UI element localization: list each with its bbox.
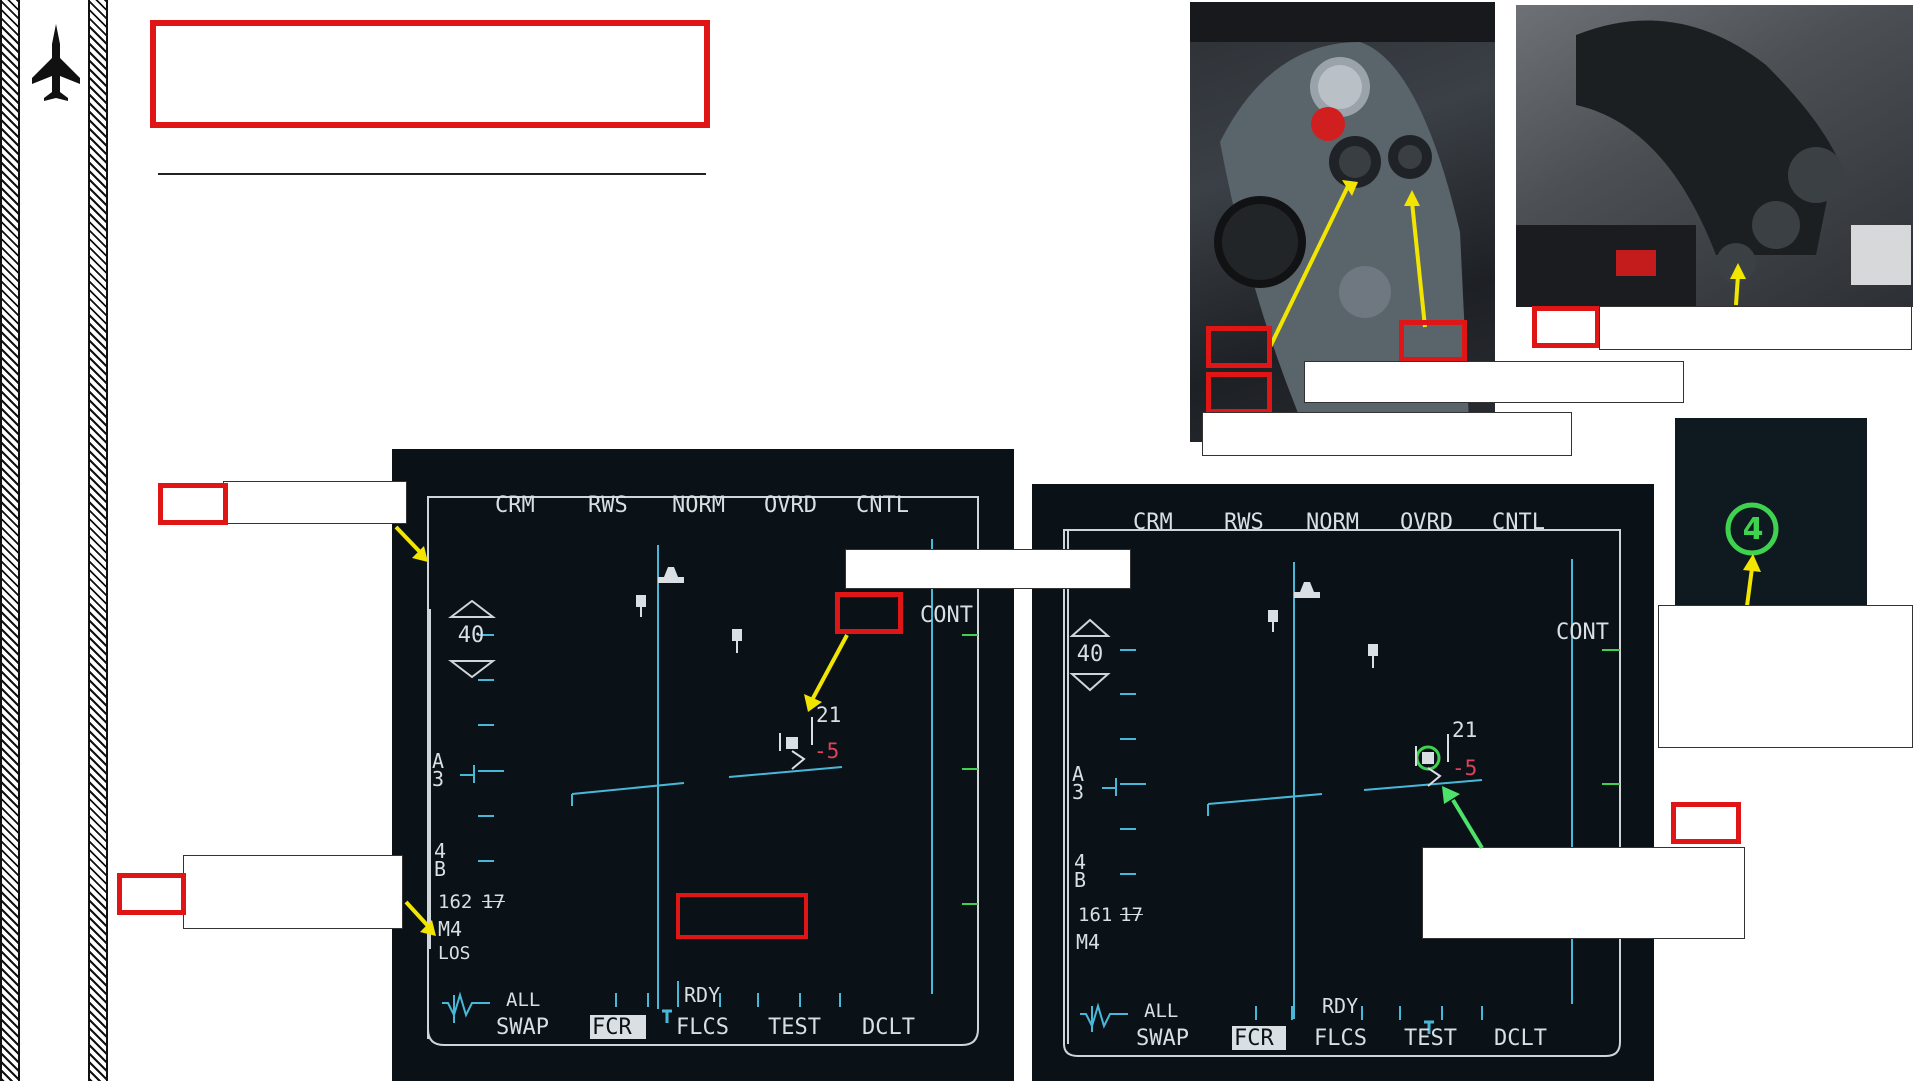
arrows-overlay [394, 525, 1484, 936]
